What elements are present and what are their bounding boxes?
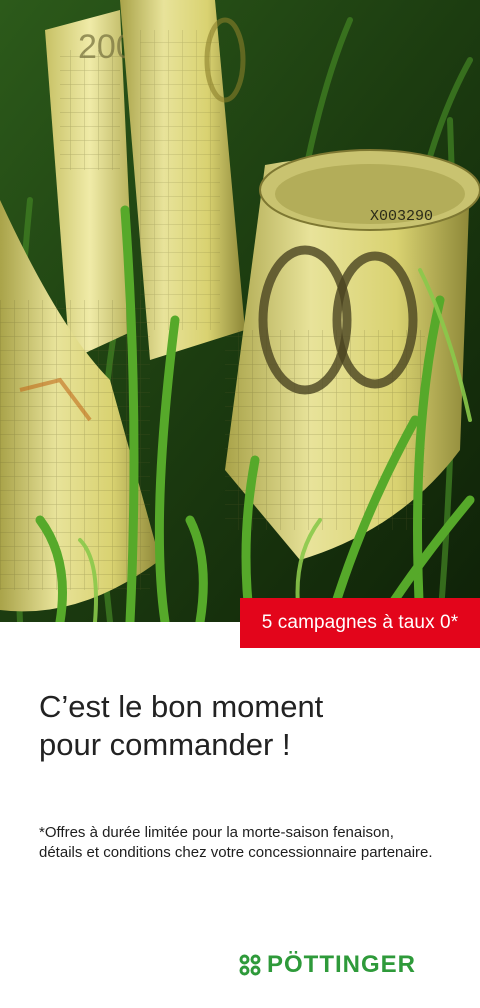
banknotes-in-grass-illustration: 200 X003290	[0, 0, 480, 622]
svg-text:X003290: X003290	[370, 208, 433, 225]
promo-badge: 5 campagnes à taux 0*	[240, 598, 480, 648]
brand-logo: PÖTTINGER	[239, 951, 416, 979]
hero-image: 200 X003290	[0, 0, 480, 622]
footnote: *Offres à durée limitée pour la morte-sa…	[39, 824, 433, 861]
headline-line-1: C’est le bon moment	[39, 689, 324, 724]
headline-line-2: pour commander !	[39, 727, 291, 762]
brand-name: PÖTTINGER	[267, 951, 417, 978]
headline: C’est le bon moment pour commander !	[39, 688, 459, 764]
poettinger-clover-icon	[239, 954, 261, 976]
promo-badge-text: 5 campagnes à taux 0*	[261, 612, 459, 633]
